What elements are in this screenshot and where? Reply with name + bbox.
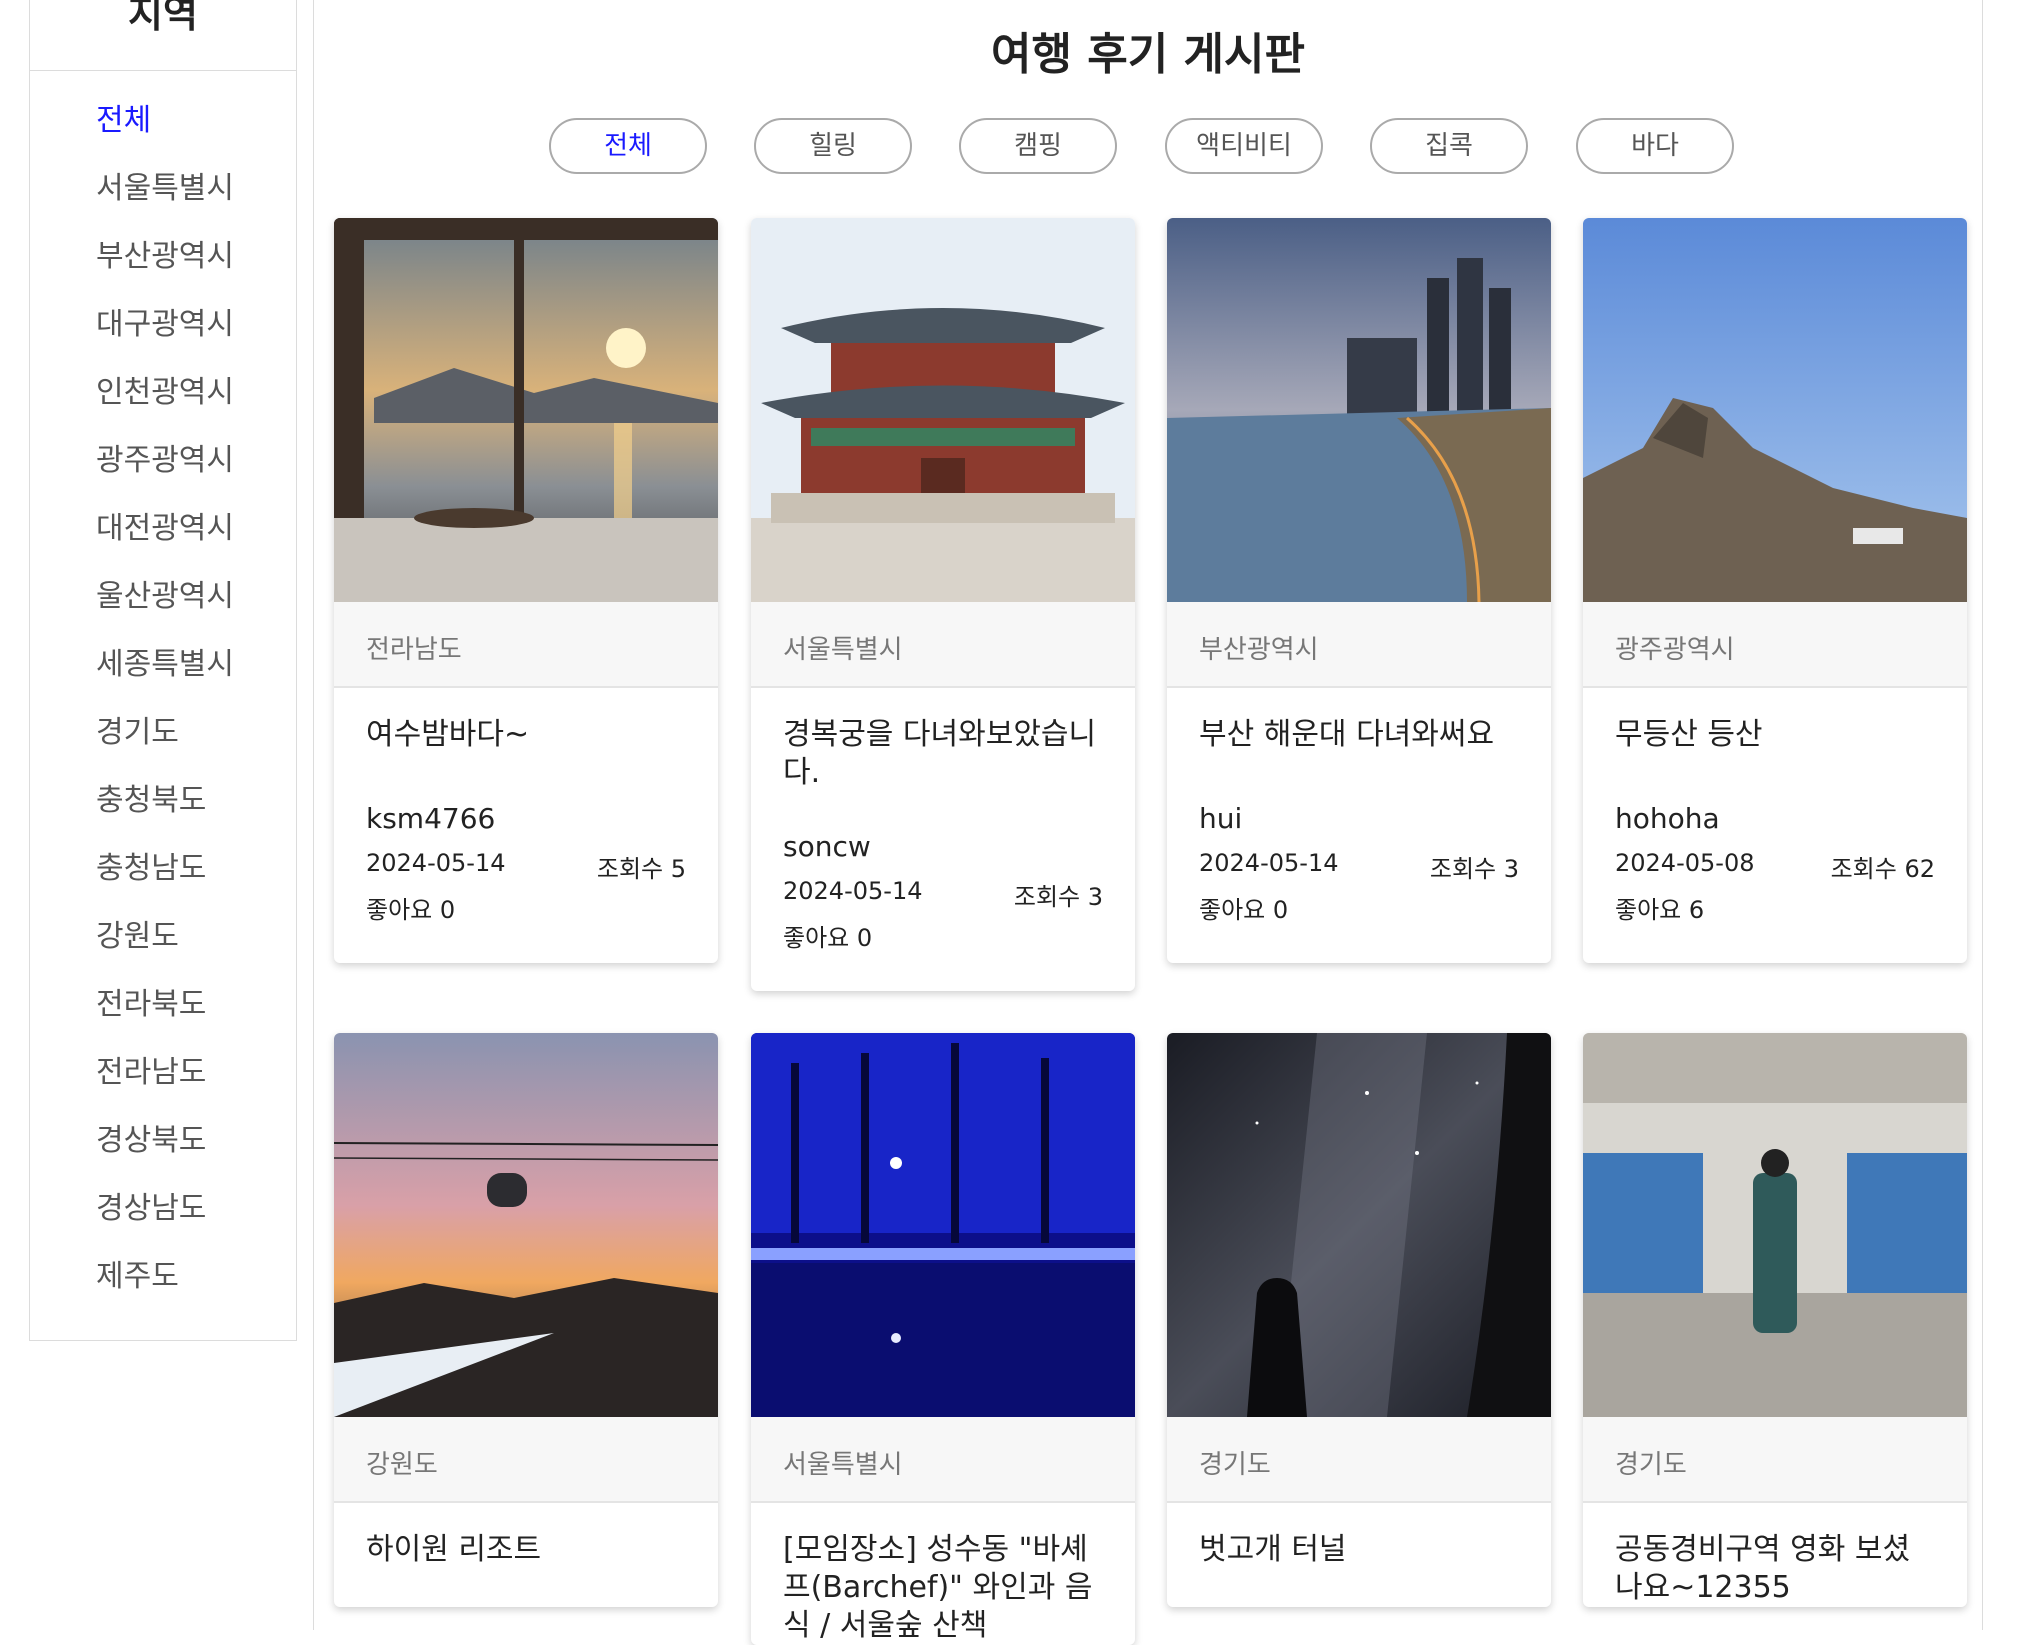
post-author: ksm4766 [366,802,496,835]
post-likes: 좋아요 0 [783,924,873,952]
page-title: 여행 후기 게시판 [991,29,1305,80]
post-views: 조회수 3 [1013,883,1103,911]
post-card[interactable]: 광주광역시 무등산 등산 hohoha 2024-05-08 조회수 62 좋아… [1583,218,1967,963]
sidebar-item-ulsan[interactable]: 울산광역시 [96,571,234,615]
post-card[interactable]: 서울특별시 [모임장소] 성수동 "바셰프(Barchef)" 와인과 음식 /… [751,1033,1135,1645]
post-title[interactable]: 공동경비구역 영화 보셨나요~12355 [1615,1531,1935,1607]
tag-sea[interactable]: 바다 [1576,118,1734,174]
tag-stay-home[interactable]: 집콕 [1370,118,1528,174]
post-views: 조회수 62 [1830,855,1935,883]
post-likes: 좋아요 6 [1615,896,1705,924]
post-card[interactable]: 서울특별시 경복궁을 다녀와보았습니다. soncw 2024-05-14 조회… [751,218,1135,991]
post-likes: 좋아요 0 [366,896,456,924]
post-region: 경기도 [1167,1417,1551,1503]
post-views: 조회수 5 [596,855,686,883]
post-card[interactable]: 경기도 벗고개 터널 [1167,1033,1551,1607]
post-title[interactable]: 부산 해운대 다녀와써요 [1199,716,1519,792]
sidebar-item-seoul[interactable]: 서울특별시 [96,163,234,207]
post-title[interactable]: 경복궁을 다녀와보았습니다. [783,716,1103,792]
post-title[interactable]: 여수밤바다~ [366,716,686,792]
post-image [334,1033,718,1417]
post-title[interactable]: 무등산 등산 [1615,716,1935,792]
sidebar-item-sejong[interactable]: 세종특별시 [96,639,234,683]
sidebar-item-daegu[interactable]: 대구광역시 [96,299,234,343]
post-region: 광주광역시 [1583,602,1967,688]
tag-camping[interactable]: 캠핑 [959,118,1117,174]
post-card[interactable]: 전라남도 여수밤바다~ ksm4766 2024-05-14 조회수 5 좋아요… [334,218,718,963]
sidebar-item-chungbuk[interactable]: 충청북도 [96,775,206,819]
sidebar-item-gangwon[interactable]: 강원도 [96,911,179,955]
post-title[interactable]: 하이원 리조트 [366,1531,686,1607]
post-image [751,218,1135,602]
post-author: soncw [783,830,871,863]
post-date: 2024-05-14 [366,849,506,877]
sidebar-item-busan[interactable]: 부산광역시 [96,231,234,275]
sidebar-item-daejeon[interactable]: 대전광역시 [96,503,234,547]
post-image [751,1033,1135,1417]
post-date: 2024-05-14 [1199,849,1339,877]
post-region: 경기도 [1583,1417,1967,1503]
sidebar-item-jeonbuk[interactable]: 전라북도 [96,979,206,1023]
sidebar-item-gyeonggi[interactable]: 경기도 [96,707,179,751]
post-region: 강원도 [334,1417,718,1503]
region-sidebar: 지역 전체 서울특별시 부산광역시 대구광역시 인천광역시 광주광역시 대전광역… [29,0,297,1341]
sidebar-title: 지역 [30,0,296,71]
sidebar-item-all[interactable]: 전체 [96,95,151,139]
post-title[interactable]: [모임장소] 성수동 "바셰프(Barchef)" 와인과 음식 / 서울숲 산… [783,1531,1103,1645]
post-image [334,218,718,602]
sidebar-item-jeju[interactable]: 제주도 [96,1251,179,1295]
post-card[interactable]: 경기도 공동경비구역 영화 보셨나요~12355 [1583,1033,1967,1607]
post-views: 조회수 3 [1429,855,1519,883]
post-image [1583,1033,1967,1417]
post-date: 2024-05-08 [1615,849,1755,877]
post-author: hui [1199,802,1243,835]
post-region: 서울특별시 [751,602,1135,688]
post-image [1167,1033,1551,1417]
post-author: hohoha [1615,802,1720,835]
post-likes: 좋아요 0 [1199,896,1289,924]
sidebar-item-chungnam[interactable]: 충청남도 [96,843,206,887]
post-card[interactable]: 강원도 하이원 리조트 [334,1033,718,1607]
main-board: 여행 후기 게시판 전체 힐링 캠핑 액티비티 집콕 바다 전라남도 여수밤바다… [313,0,1983,1645]
sidebar-item-gwangju[interactable]: 광주광역시 [96,435,234,479]
sidebar-item-gyeongnam[interactable]: 경상남도 [96,1183,206,1227]
post-image [1167,218,1551,602]
post-card[interactable]: 부산광역시 부산 해운대 다녀와써요 hui 2024-05-14 조회수 3 … [1167,218,1551,963]
post-title[interactable]: 벗고개 터널 [1199,1531,1519,1607]
tag-all[interactable]: 전체 [549,118,707,174]
post-image [1583,218,1967,602]
sidebar-item-gyeongbuk[interactable]: 경상북도 [96,1115,206,1159]
post-region: 전라남도 [334,602,718,688]
post-region: 부산광역시 [1167,602,1551,688]
post-date: 2024-05-14 [783,877,923,905]
sidebar-item-incheon[interactable]: 인천광역시 [96,367,234,411]
tag-activity[interactable]: 액티비티 [1165,118,1323,174]
post-region: 서울특별시 [751,1417,1135,1503]
tag-healing[interactable]: 힐링 [754,118,912,174]
sidebar-item-jeonnam[interactable]: 전라남도 [96,1047,206,1091]
